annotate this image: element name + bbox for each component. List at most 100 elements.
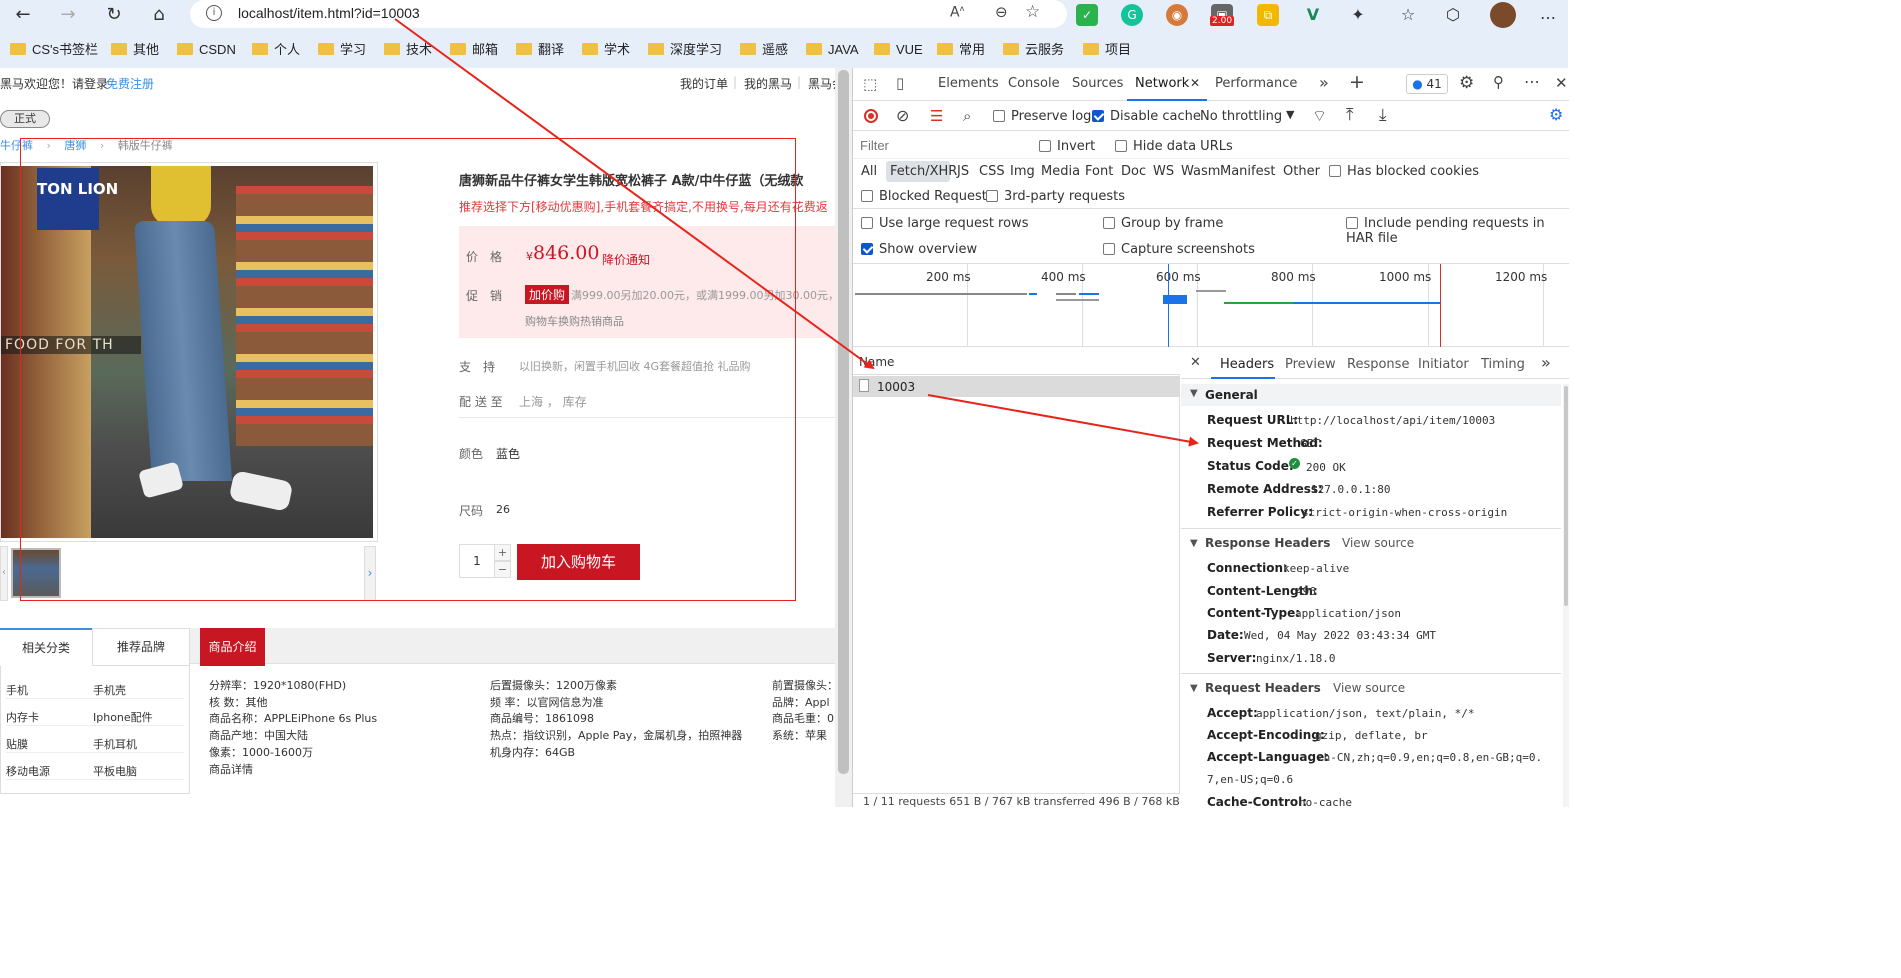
tab-elements[interactable]: Elements bbox=[938, 76, 999, 91]
name-column-header[interactable]: Name bbox=[859, 355, 894, 369]
has-blocked-cookies-checkbox[interactable]: Has blocked cookies bbox=[1329, 164, 1479, 179]
tab-preview[interactable]: Preview bbox=[1285, 357, 1336, 372]
large-rows-checkbox[interactable]: Use large request rows bbox=[861, 216, 1028, 231]
tab-network[interactable]: Network bbox=[1135, 76, 1189, 91]
register-link[interactable]: 免费注册 bbox=[106, 75, 154, 92]
bookmark-folder[interactable]: 项目 bbox=[1083, 40, 1131, 60]
include-pending-checkbox[interactable]: Include pending requests in HAR file bbox=[1346, 216, 1568, 246]
show-overview-checkbox[interactable]: Show overview bbox=[861, 242, 977, 257]
profile-avatar[interactable] bbox=[1490, 2, 1516, 28]
section-title[interactable]: Response Headers bbox=[1205, 536, 1330, 550]
network-conditions-icon[interactable]: ⌔ bbox=[1312, 106, 1327, 126]
owl-extension-icon[interactable]: ◉ bbox=[1166, 4, 1188, 26]
type-filter-css[interactable]: CSS bbox=[979, 164, 1005, 179]
translate-extension-icon[interactable]: ⧉ bbox=[1257, 4, 1279, 26]
inspect-element-icon[interactable]: ⬚ bbox=[863, 75, 877, 93]
more-tabs-icon[interactable]: » bbox=[1541, 353, 1551, 372]
adguard-extension-icon[interactable]: ✓ bbox=[1076, 4, 1098, 26]
favorite-add-icon[interactable]: ☆ bbox=[1025, 2, 1040, 22]
bookmark-folder[interactable]: 深度学习 bbox=[648, 40, 722, 60]
close-details-icon[interactable]: ✕ bbox=[1190, 355, 1201, 370]
type-filter-font[interactable]: Font bbox=[1085, 164, 1113, 179]
type-filter-all[interactable]: All bbox=[861, 164, 877, 179]
forward-icon[interactable]: → bbox=[55, 3, 81, 27]
category-link[interactable]: 内存卡 bbox=[6, 709, 39, 725]
env-badge[interactable]: 正式 bbox=[0, 110, 50, 128]
read-aloud-icon[interactable]: Aʌ bbox=[950, 4, 964, 21]
device-toolbar-icon[interactable]: ▯ bbox=[896, 74, 904, 92]
tab-timing[interactable]: Timing bbox=[1481, 357, 1525, 372]
capture-screenshots-checkbox[interactable]: Capture screenshots bbox=[1103, 242, 1255, 257]
url-text[interactable]: localhost/item.html?id=10003 bbox=[238, 5, 420, 21]
extensions-puzzle-icon[interactable]: ✦ bbox=[1347, 4, 1369, 26]
preserve-log-checkbox[interactable]: Preserve log bbox=[993, 109, 1091, 124]
search-icon[interactable]: ⌕ bbox=[963, 107, 971, 125]
hide-data-urls-checkbox[interactable]: Hide data URLs bbox=[1115, 139, 1233, 154]
tab-response[interactable]: Response bbox=[1347, 357, 1409, 372]
section-title[interactable]: Request Headers bbox=[1205, 681, 1321, 695]
tab-related-categories[interactable]: 相关分类 bbox=[0, 628, 92, 666]
category-link[interactable]: 手机壳 bbox=[93, 682, 126, 698]
type-filter-other[interactable]: Other bbox=[1283, 164, 1320, 179]
issues-counter[interactable]: ● 41 bbox=[1406, 74, 1448, 94]
import-har-icon[interactable]: ⤒ bbox=[1346, 105, 1354, 125]
add-tab-icon[interactable]: + bbox=[1349, 71, 1365, 93]
zoom-icon[interactable]: ⊖ bbox=[995, 3, 1008, 21]
type-filter-wasm[interactable]: Wasm bbox=[1181, 164, 1220, 179]
record-icon[interactable] bbox=[864, 109, 878, 123]
bookmark-folder[interactable]: 其他 bbox=[111, 40, 159, 60]
vue-devtools-icon[interactable]: V bbox=[1302, 4, 1324, 26]
close-icon[interactable]: ✕ bbox=[1190, 76, 1200, 90]
category-link[interactable]: 贴膜 bbox=[6, 736, 28, 752]
category-link[interactable]: 移动电源 bbox=[6, 763, 50, 779]
type-filter-fetch-xhr[interactable]: Fetch/XHR bbox=[890, 164, 957, 179]
more-menu-icon[interactable]: … bbox=[1540, 4, 1556, 23]
category-link[interactable]: 平板电脑 bbox=[93, 763, 137, 779]
more-tabs-icon[interactable]: » bbox=[1319, 73, 1329, 92]
filter-icon[interactable]: ☰ bbox=[930, 107, 943, 125]
my-account-link[interactable]: 我的黑马 bbox=[744, 75, 792, 92]
bookmark-folder[interactable]: CS's书签栏 bbox=[10, 40, 98, 60]
bookmark-folder[interactable]: 翻译 bbox=[516, 40, 564, 60]
bookmark-folder[interactable]: 常用 bbox=[937, 40, 985, 60]
type-filter-js[interactable]: JS bbox=[957, 164, 969, 179]
export-har-icon[interactable]: ⤓ bbox=[1379, 105, 1387, 125]
type-filter-ws[interactable]: WS bbox=[1153, 164, 1174, 179]
grammarly-extension-icon[interactable]: G bbox=[1121, 4, 1143, 26]
invert-checkbox[interactable]: Invert bbox=[1039, 139, 1095, 154]
throttling-select[interactable]: No throttling bbox=[1200, 109, 1282, 124]
tab-initiator[interactable]: Initiator bbox=[1418, 357, 1469, 372]
thumb-prev-button[interactable]: ‹ bbox=[0, 546, 8, 601]
address-bar[interactable]: i localhost/item.html?id=10003 Aʌ ⊖ ☆ bbox=[190, 0, 1067, 28]
bookmark-folder[interactable]: 学习 bbox=[318, 40, 366, 60]
type-filter-img[interactable]: Img bbox=[1010, 164, 1035, 179]
blocked-requests-checkbox[interactable]: Blocked Requests bbox=[861, 189, 994, 204]
category-link[interactable]: 手机 bbox=[6, 682, 28, 698]
page-scrollbar-thumb[interactable] bbox=[838, 70, 849, 774]
tab-recommended-brands[interactable]: 推荐品牌 bbox=[92, 628, 190, 666]
settings-gear-icon[interactable]: ⚙ bbox=[1459, 73, 1474, 93]
chevron-down-icon[interactable]: ▼ bbox=[1286, 108, 1294, 121]
bookmark-folder[interactable]: CSDN bbox=[177, 40, 236, 60]
bookmark-folder[interactable]: 个人 bbox=[252, 40, 300, 60]
network-settings-icon[interactable]: ⚙ bbox=[1549, 105, 1563, 124]
back-icon[interactable]: ← bbox=[10, 3, 36, 27]
bookmark-folder[interactable]: 遥感 bbox=[740, 40, 788, 60]
bookmark-folder[interactable]: 云服务 bbox=[1003, 40, 1064, 60]
third-party-requests-checkbox[interactable]: 3rd-party requests bbox=[986, 189, 1125, 204]
tab-console[interactable]: Console bbox=[1008, 76, 1060, 91]
filter-input[interactable] bbox=[857, 135, 1023, 155]
site-info-icon[interactable]: i bbox=[206, 5, 222, 21]
details-scrollbar-thumb[interactable] bbox=[1564, 386, 1568, 606]
request-name[interactable]: 10003 bbox=[877, 380, 915, 394]
favorites-icon[interactable]: ☆ bbox=[1397, 4, 1419, 26]
bookmark-folder[interactable]: VUE bbox=[874, 40, 923, 60]
reload-icon[interactable]: ↻ bbox=[101, 3, 127, 27]
clear-icon[interactable]: ⊘ bbox=[896, 106, 909, 125]
bookmark-folder[interactable]: 学术 bbox=[582, 40, 630, 60]
close-devtools-icon[interactable]: ✕ bbox=[1555, 74, 1568, 92]
tab-product-intro[interactable]: 商品介绍 bbox=[200, 628, 265, 666]
category-link[interactable]: Iphone配件 bbox=[93, 709, 153, 725]
bookmark-folder[interactable]: 技术 bbox=[384, 40, 432, 60]
collections-icon[interactable]: ⬡ bbox=[1442, 4, 1464, 26]
